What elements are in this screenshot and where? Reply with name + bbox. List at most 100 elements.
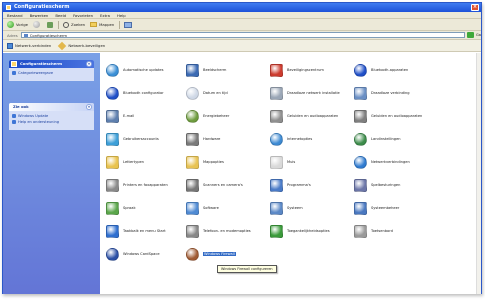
collapse-chevron-icon[interactable]: « (86, 61, 92, 67)
software-icon (186, 201, 199, 215)
go-button[interactable]: Ga (476, 33, 481, 37)
control-panel-item[interactable]: Geluiden en audioapparaten (354, 107, 437, 125)
menu-file[interactable]: Bestand (7, 13, 23, 18)
link-label: Windows Update (18, 114, 49, 118)
folders-label: Mappen (99, 22, 115, 27)
vertical-scrollbar[interactable] (476, 53, 481, 294)
close-button[interactable]: × (471, 4, 479, 11)
address-input[interactable]: Configuratiescherm (20, 32, 466, 38)
control-panel-item[interactable]: Systeem (270, 199, 353, 217)
control-panel-item[interactable]: Spraak (106, 199, 189, 217)
address-label: Adres (7, 32, 18, 38)
views-button[interactable] (124, 21, 133, 28)
control-panel-item[interactable]: Datum en tijd (186, 84, 269, 102)
control-panel-item[interactable]: Systeembeheer (354, 199, 437, 217)
menu-tools[interactable]: Extra (100, 13, 110, 18)
control-panel-item[interactable]: Draadloze verbinding (354, 84, 437, 102)
item-label: Bluetooth configurator (123, 91, 164, 95)
control-panel-item[interactable]: Toetsenbord (354, 222, 437, 240)
item-label: Lettertypen (123, 160, 144, 164)
link-network-secure[interactable]: Netwerk-beveiligen (58, 41, 105, 50)
control-panel-item[interactable]: E-mail (106, 107, 189, 125)
control-panel-item[interactable]: Automatische updates (106, 61, 189, 79)
item-label: Automatische updates (123, 68, 164, 72)
tooltip: Windows Firewall configureren (217, 265, 277, 273)
control-panel-item[interactable]: Bluetooth configurator (106, 84, 189, 102)
panel-header[interactable]: Configuratiescherm « (9, 60, 94, 68)
go-arrow-icon[interactable] (467, 32, 474, 38)
control-panel-item[interactable]: Internetopties (270, 130, 353, 148)
link-network-connect[interactable]: Netwerk-verbinden (7, 42, 51, 49)
hardware-icon (186, 132, 199, 146)
item-label: Printers en faxapparaten (123, 183, 168, 187)
item-label: Internetopties (287, 137, 313, 141)
link-bar: Netwerk-verbinden Netwerk-beveiligen (3, 40, 481, 52)
panel-header[interactable]: Zie ook « (9, 103, 94, 111)
admin-tools-icon (354, 201, 367, 215)
menu-edit[interactable]: Bewerken (30, 13, 49, 18)
back-label: Vorige (16, 22, 28, 27)
sidebar-link-category-view[interactable]: Categorieweergave (12, 71, 91, 75)
item-label: Spraak (123, 206, 136, 210)
bluetooth-devices-icon (354, 63, 367, 77)
back-button[interactable]: Vorige (7, 21, 28, 28)
item-label: Programma's (287, 183, 311, 187)
item-label: Toegankelijkheidsopties (287, 229, 330, 233)
title-bar: Configuratiescherm × (3, 3, 481, 12)
item-label: Software (203, 206, 219, 210)
mail-icon (106, 109, 119, 123)
control-panel-item[interactable]: Beeldscherm (186, 61, 269, 79)
control-panel-item[interactable]: Toegankelijkheidsopties (270, 222, 353, 240)
collapse-chevron-icon[interactable]: « (86, 104, 92, 110)
item-label: Datum en tijd (203, 91, 228, 95)
menu-view[interactable]: Beeld (55, 13, 66, 18)
gamepad-icon (354, 178, 367, 192)
control-panel-item[interactable]: Telefoon- en modemopties (186, 222, 269, 240)
folders-button[interactable]: Mappen (90, 22, 114, 27)
control-panel-item[interactable]: Mappopties (186, 153, 269, 171)
sidebar-link-help[interactable]: Help en ondersteuning (12, 120, 91, 124)
panel-title: Zie ook (13, 104, 29, 109)
item-label: Beveiligingscentrum (287, 68, 324, 72)
control-panel-item[interactable]: Printers en faxapparaten (106, 176, 189, 194)
clock-icon (186, 86, 199, 100)
control-panel-item[interactable]: Hardware (186, 130, 269, 148)
address-bar: Adres Configuratiescherm Ga (3, 31, 481, 40)
menu-favorites[interactable]: Favorieten (73, 13, 93, 18)
search-button[interactable]: Zoeken (63, 21, 85, 28)
control-panel-item[interactable]: Programma's (270, 176, 353, 194)
control-panel-item[interactable]: Taakbalk en menu Start (106, 222, 189, 240)
control-panel-item[interactable]: Beveiligingscentrum (270, 61, 353, 79)
up-button[interactable] (47, 21, 53, 28)
item-label: Scanners en camera's (203, 183, 243, 187)
bluetooth-icon (106, 86, 119, 100)
control-panel-item[interactable]: Lettertypen (106, 153, 189, 171)
control-panel-item[interactable]: Energiebeheer (186, 107, 269, 125)
control-panel-item[interactable]: Muis (270, 153, 353, 171)
speaker-icon (270, 109, 283, 123)
network-icon (7, 42, 13, 49)
printer-icon (106, 178, 119, 192)
control-panel-item[interactable]: Draadloze netwerk installatie (270, 84, 353, 102)
control-panel-item[interactable]: Windows CardSpace (106, 245, 189, 263)
control-panel-item[interactable]: Landinstellingen (354, 130, 437, 148)
control-panel-item[interactable]: Netwerkverbindingen (354, 153, 437, 171)
sidebar-panel-see-also: Zie ook « Windows Update Help en onderst… (9, 103, 94, 130)
menu-help[interactable]: Help (117, 13, 126, 18)
up-folder-icon (47, 21, 53, 28)
sidebar-link-windows-update[interactable]: Windows Update (12, 114, 91, 118)
forward-button[interactable] (33, 21, 42, 28)
item-label: Beeldscherm (203, 68, 227, 72)
control-panel-item[interactable]: Windows Firewall (186, 245, 269, 263)
cardspace-icon (106, 247, 119, 261)
control-panel-item[interactable]: Gebruikersaccounts (106, 130, 189, 148)
control-panel-item[interactable]: Scanners en camera's (186, 176, 269, 194)
item-label: E-mail (123, 114, 135, 118)
control-panel-item[interactable]: Geluiden en audioapparaten (270, 107, 353, 125)
control-panel-item[interactable]: Bluetooth-apparaten (354, 61, 437, 79)
keyboard-icon (354, 224, 367, 238)
control-panel-window: Configuratiescherm × Bestand Bewerken Be… (2, 2, 482, 294)
control-panel-item[interactable]: Spelbesturingen (354, 176, 437, 194)
control-panel-item[interactable]: Software (186, 199, 269, 217)
windows-update-icon (12, 114, 16, 118)
